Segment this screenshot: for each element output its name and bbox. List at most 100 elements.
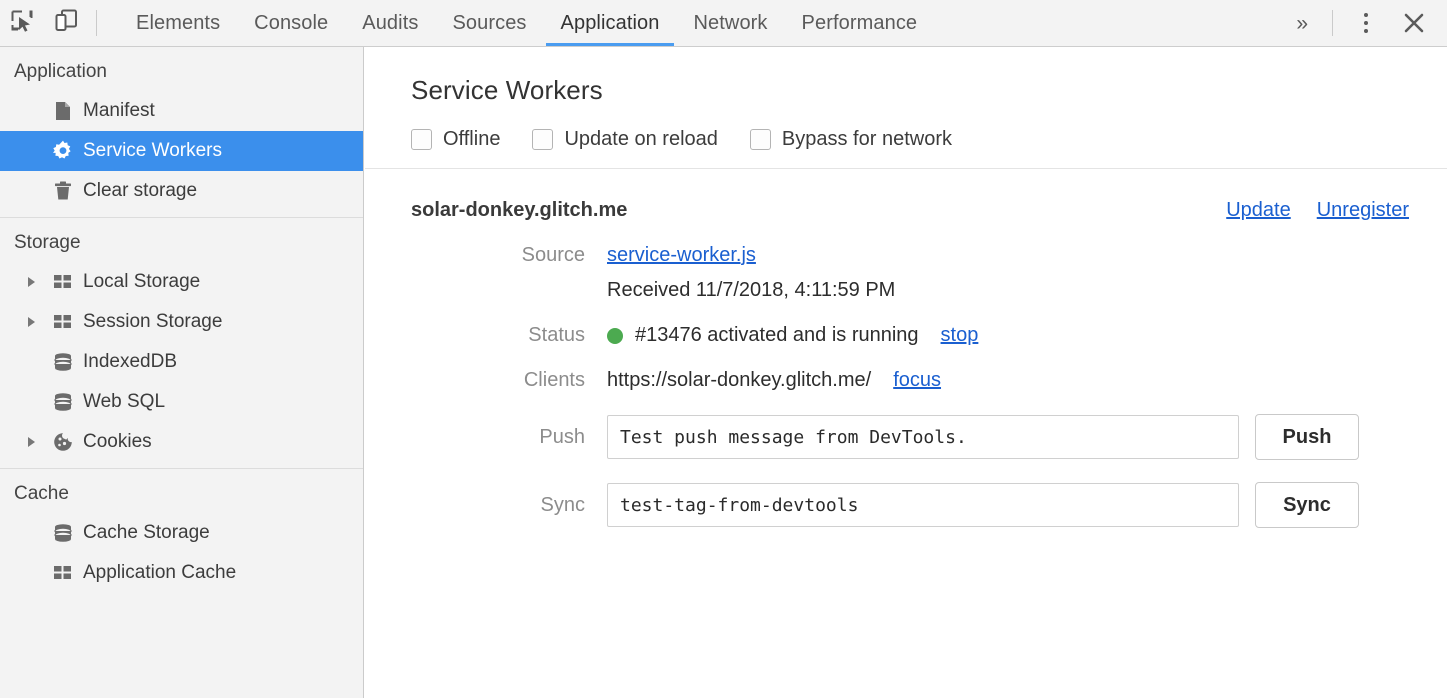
update-on-reload-checkbox[interactable]: [532, 129, 553, 150]
registration-origin: solar-donkey.glitch.me: [411, 199, 627, 222]
inspect-element-button[interactable]: [0, 0, 44, 46]
expand-arrow-icon[interactable]: [28, 277, 48, 287]
sidebar-item-manifest[interactable]: Manifest: [0, 91, 363, 131]
tab-performance[interactable]: Performance: [785, 0, 935, 46]
clients-label: Clients: [411, 369, 607, 392]
sidebar-section-title: Application: [0, 47, 363, 91]
sidebar-section-application: Application Manifest Service Workers: [0, 47, 363, 217]
update-link[interactable]: Update: [1226, 199, 1291, 222]
toggle-device-toolbar-button[interactable]: [44, 0, 88, 46]
expand-arrow-icon[interactable]: [28, 437, 48, 447]
sidebar-section-storage: Storage Local Storage: [0, 217, 363, 468]
sidebar-item-application-cache[interactable]: Application Cache: [0, 553, 363, 593]
offline-checkbox-row[interactable]: Offline: [411, 128, 500, 151]
manifest-document-icon: [48, 100, 78, 122]
toolbar-divider-right: [1332, 10, 1333, 36]
source-value: service-worker.js: [607, 244, 756, 267]
bypass-for-network-checkbox-row[interactable]: Bypass for network: [750, 128, 952, 151]
tab-network[interactable]: Network: [676, 0, 784, 46]
tab-application[interactable]: Application: [544, 0, 677, 46]
sidebar-item-indexeddb[interactable]: IndexedDB: [0, 342, 363, 382]
sync-button[interactable]: Sync: [1255, 482, 1359, 528]
stop-link[interactable]: stop: [941, 324, 979, 347]
cookie-icon: [48, 431, 78, 453]
sidebar-item-local-storage[interactable]: Local Storage: [0, 262, 363, 302]
panel-tab-strip: Elements Console Audits Sources Applicat…: [119, 0, 934, 46]
sync-input[interactable]: test-tag-from-devtools: [607, 483, 1239, 527]
database-icon: [48, 522, 78, 544]
update-on-reload-checkbox-row[interactable]: Update on reload: [532, 128, 717, 151]
sidebar-item-cache-storage[interactable]: Cache Storage: [0, 513, 363, 553]
bypass-for-network-label: Bypass for network: [782, 128, 952, 151]
bypass-for-network-checkbox[interactable]: [750, 129, 771, 150]
update-on-reload-label: Update on reload: [564, 128, 717, 151]
offline-label: Offline: [443, 128, 500, 151]
service-worker-script-link[interactable]: service-worker.js: [607, 244, 756, 267]
clients-row: Clients https://solar-donkey.glitch.me/ …: [411, 347, 1447, 392]
sidebar-item-web-sql[interactable]: Web SQL: [0, 382, 363, 422]
table-grid-icon: [48, 312, 78, 332]
tab-audits[interactable]: Audits: [345, 0, 435, 46]
expand-arrow-icon[interactable]: [28, 317, 48, 327]
client-url: https://solar-donkey.glitch.me/: [607, 369, 871, 392]
close-icon[interactable]: [1393, 2, 1435, 44]
toolbar-divider: [96, 10, 97, 36]
push-label: Push: [411, 426, 607, 449]
tab-console[interactable]: Console: [237, 0, 345, 46]
sidebar-item-label: Local Storage: [78, 271, 200, 293]
registration-actions: Update Unregister: [1226, 199, 1409, 222]
offline-checkbox[interactable]: [411, 129, 432, 150]
source-received-row: . Received 11/7/2018, 4:11:59 PM: [411, 267, 1447, 302]
sidebar-item-label: IndexedDB: [78, 351, 177, 373]
sidebar-item-service-workers[interactable]: Service Workers: [0, 131, 363, 171]
toolbar-right-controls: »: [1280, 0, 1447, 46]
sidebar-section-title: Storage: [0, 218, 363, 262]
kebab-menu-icon[interactable]: [1349, 6, 1383, 40]
devtools-toolbar: Elements Console Audits Sources Applicat…: [0, 0, 1447, 47]
sidebar-item-label: Session Storage: [78, 311, 222, 333]
sidebar-item-label: Clear storage: [78, 180, 197, 202]
kebab-dot: [1364, 21, 1368, 25]
toggle-device-toolbar-icon: [53, 8, 79, 39]
source-row: Source service-worker.js: [411, 222, 1447, 267]
sidebar-item-label: Web SQL: [78, 391, 165, 413]
service-worker-options: Offline Update on reload Bypass for netw…: [365, 106, 1447, 154]
push-input[interactable]: Test push message from DevTools.: [607, 415, 1239, 459]
kebab-dot: [1364, 13, 1368, 17]
sync-label: Sync: [411, 494, 607, 517]
registration-header: solar-donkey.glitch.me Update Unregister: [411, 169, 1447, 222]
database-icon: [48, 351, 78, 373]
status-value: #13476 activated and is running stop: [607, 324, 978, 347]
sidebar-item-label: Service Workers: [78, 140, 222, 162]
unregister-link[interactable]: Unregister: [1317, 199, 1409, 222]
sidebar-item-label: Application Cache: [78, 562, 236, 584]
service-worker-registration: solar-donkey.glitch.me Update Unregister…: [365, 169, 1447, 528]
focus-link[interactable]: focus: [893, 369, 941, 392]
tab-elements[interactable]: Elements: [119, 0, 237, 46]
sidebar-item-session-storage[interactable]: Session Storage: [0, 302, 363, 342]
table-grid-icon: [48, 563, 78, 583]
more-tabs-icon[interactable]: »: [1280, 13, 1324, 34]
push-button[interactable]: Push: [1255, 414, 1359, 460]
status-indicator-icon: [607, 328, 623, 344]
sidebar-item-clear-storage[interactable]: Clear storage: [0, 171, 363, 211]
gear-icon: [48, 139, 78, 163]
trash-icon: [48, 180, 78, 202]
sidebar-section-title: Cache: [0, 469, 363, 513]
clients-value: https://solar-donkey.glitch.me/ focus: [607, 369, 941, 392]
source-received-text: Received 11/7/2018, 4:11:59 PM: [607, 279, 895, 302]
sidebar-item-cookies[interactable]: Cookies: [0, 422, 363, 462]
sidebar-item-label: Cookies: [78, 431, 152, 453]
application-sidebar: Application Manifest Service Workers: [0, 47, 364, 698]
source-label: Source: [411, 244, 607, 267]
page-title: Service Workers: [365, 47, 1447, 106]
service-workers-panel: Service Workers Offline Update on reload…: [365, 47, 1447, 698]
database-icon: [48, 391, 78, 413]
inspect-element-icon: [9, 8, 35, 39]
sidebar-item-label: Cache Storage: [78, 522, 210, 544]
status-row: Status #13476 activated and is running s…: [411, 302, 1447, 347]
push-row: Push Test push message from DevTools. Pu…: [411, 392, 1447, 460]
tab-sources[interactable]: Sources: [435, 0, 543, 46]
status-text: #13476 activated and is running: [635, 324, 919, 347]
status-label: Status: [411, 324, 607, 347]
